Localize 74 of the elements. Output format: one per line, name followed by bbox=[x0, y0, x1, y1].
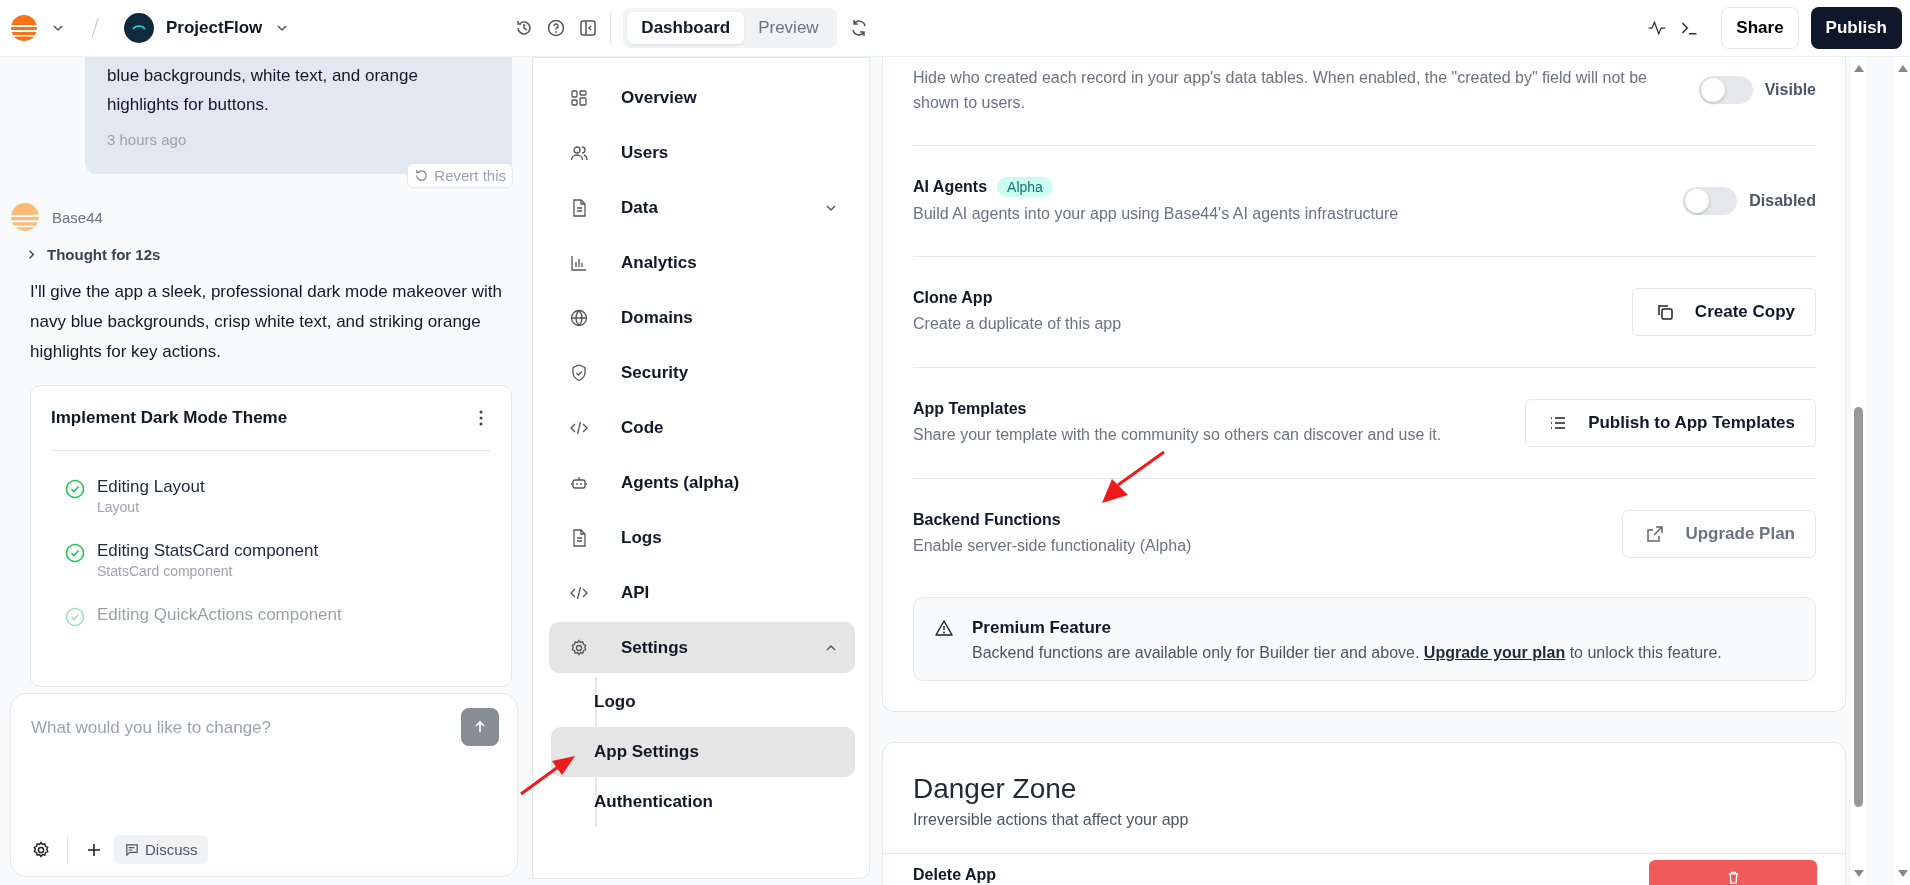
toggle-label: Visible bbox=[1764, 81, 1816, 99]
sidebar-item[interactable]: API bbox=[549, 567, 855, 618]
publish-button[interactable]: Publish bbox=[1810, 7, 1902, 49]
step-file: StatsCard component bbox=[97, 563, 234, 579]
setting-title: App Templates bbox=[913, 399, 1027, 418]
sidebar-item[interactable]: Data bbox=[549, 182, 855, 233]
sidebar-subitem[interactable]: Logo bbox=[551, 677, 855, 727]
message-input[interactable]: What would you like to change? bbox=[31, 714, 461, 742]
assistant-logo-icon bbox=[10, 202, 40, 232]
annotation-arrow bbox=[518, 753, 578, 797]
logo-icon[interactable] bbox=[10, 14, 38, 42]
sidebar-subitem[interactable]: Authentication bbox=[551, 777, 855, 827]
sidebar-item[interactable]: Logs bbox=[549, 512, 855, 563]
setting-description: Build AI agents into your app using Base44's AI agents infrastructure bbox=[913, 203, 1399, 224]
action-button[interactable]: Create Copy bbox=[1631, 288, 1816, 336]
setting-title: Clone App bbox=[913, 288, 993, 307]
setting-description: Hide who created each record in your app's data tables. When enabled, the "created by" field will not be shown to users. bbox=[913, 68, 1648, 113]
sidebar-subitem[interactable]: App Settings bbox=[551, 727, 855, 777]
toggle-label: Disabled bbox=[1749, 192, 1816, 210]
view-tab[interactable]: Dashboard bbox=[627, 12, 745, 44]
setting-description: Enable server-side functionality (Alpha) bbox=[913, 535, 1192, 556]
sidebar-item[interactable]: Overview bbox=[549, 72, 855, 123]
project-name[interactable]: ProjectFlow bbox=[166, 18, 263, 38]
scrollbar[interactable] bbox=[1849, 57, 1866, 885]
sidebar-item[interactable]: Settings bbox=[549, 622, 855, 673]
sidebar-item[interactable]: Code bbox=[549, 402, 855, 453]
setting-title: Backend Functions bbox=[913, 510, 1061, 529]
message-text: blue backgrounds, white text, and orange highlights for buttons. bbox=[107, 65, 419, 116]
activity-icon[interactable] bbox=[1647, 18, 1668, 38]
upgrade-link[interactable]: Upgrade your plan bbox=[1423, 644, 1566, 661]
alpha-badge: Alpha bbox=[997, 176, 1053, 197]
section-description: Irreversible actions that affect your app bbox=[913, 811, 1190, 830]
warning-icon bbox=[934, 618, 954, 638]
step-title: Editing Layout bbox=[97, 477, 205, 497]
notice-title: Premium Feature bbox=[972, 618, 1112, 638]
view-tab[interactable]: Preview bbox=[744, 12, 833, 44]
send-button[interactable] bbox=[461, 708, 499, 746]
gear-icon bbox=[569, 637, 589, 658]
sidebar-item[interactable]: Agents (alpha) bbox=[549, 457, 855, 508]
slash-icon bbox=[90, 16, 100, 40]
sidebar-item[interactable]: Security bbox=[549, 347, 855, 398]
discuss-button[interactable]: Discuss bbox=[114, 835, 208, 864]
toggle-switch[interactable] bbox=[1698, 76, 1753, 104]
grid-icon bbox=[569, 87, 589, 108]
setting-description: Create a duplicate of this app bbox=[913, 313, 1122, 334]
undo-icon bbox=[414, 168, 430, 183]
action-button[interactable]: Publish to App Templates bbox=[1525, 399, 1816, 447]
external-link-icon bbox=[1645, 524, 1666, 544]
globe-icon bbox=[569, 307, 589, 328]
task-title: Implement Dark Mode Theme bbox=[51, 408, 288, 428]
step-title: Editing StatsCard component bbox=[97, 541, 319, 561]
notice-text: Backend functions are available only for Builder tier and above. Upgrade your plan to unlock this feature. bbox=[972, 644, 1722, 662]
help-icon[interactable] bbox=[546, 18, 567, 38]
setting-description: Share your template with the community so others can discover and use it. bbox=[913, 424, 1442, 445]
step-file: Layout bbox=[97, 499, 141, 515]
setting-title: Delete App bbox=[913, 866, 996, 884]
sidebar-toggle-icon[interactable] bbox=[578, 18, 599, 38]
settings-icon[interactable] bbox=[31, 839, 51, 860]
chat-icon bbox=[124, 842, 139, 857]
sidebar-item[interactable]: Analytics bbox=[549, 237, 855, 288]
message-composer[interactable]: What would you like to change? Discuss bbox=[10, 693, 518, 877]
shield-icon bbox=[569, 362, 589, 383]
section-title: Danger Zone bbox=[913, 773, 1078, 805]
message-time: 3 hours ago bbox=[107, 131, 188, 148]
share-button[interactable]: Share bbox=[1721, 7, 1799, 49]
sidebar-item[interactable]: Domains bbox=[549, 292, 855, 343]
project-avatar-icon bbox=[124, 13, 154, 43]
assistant-name: Base44 bbox=[52, 208, 103, 226]
assistant-message: I'll give the app a sleek, professional dark mode makeover with navy blue backgrounds, crisp white text, and striking orange highlights for key actions. bbox=[30, 281, 503, 363]
toggle-switch[interactable] bbox=[1683, 187, 1738, 215]
step-title: Editing QuickActions component bbox=[97, 605, 342, 625]
setting-title: AI Agents bbox=[913, 177, 988, 196]
sidebar-item[interactable]: Users bbox=[549, 127, 855, 178]
thought-toggle[interactable]: Thought for 12s bbox=[24, 246, 161, 263]
